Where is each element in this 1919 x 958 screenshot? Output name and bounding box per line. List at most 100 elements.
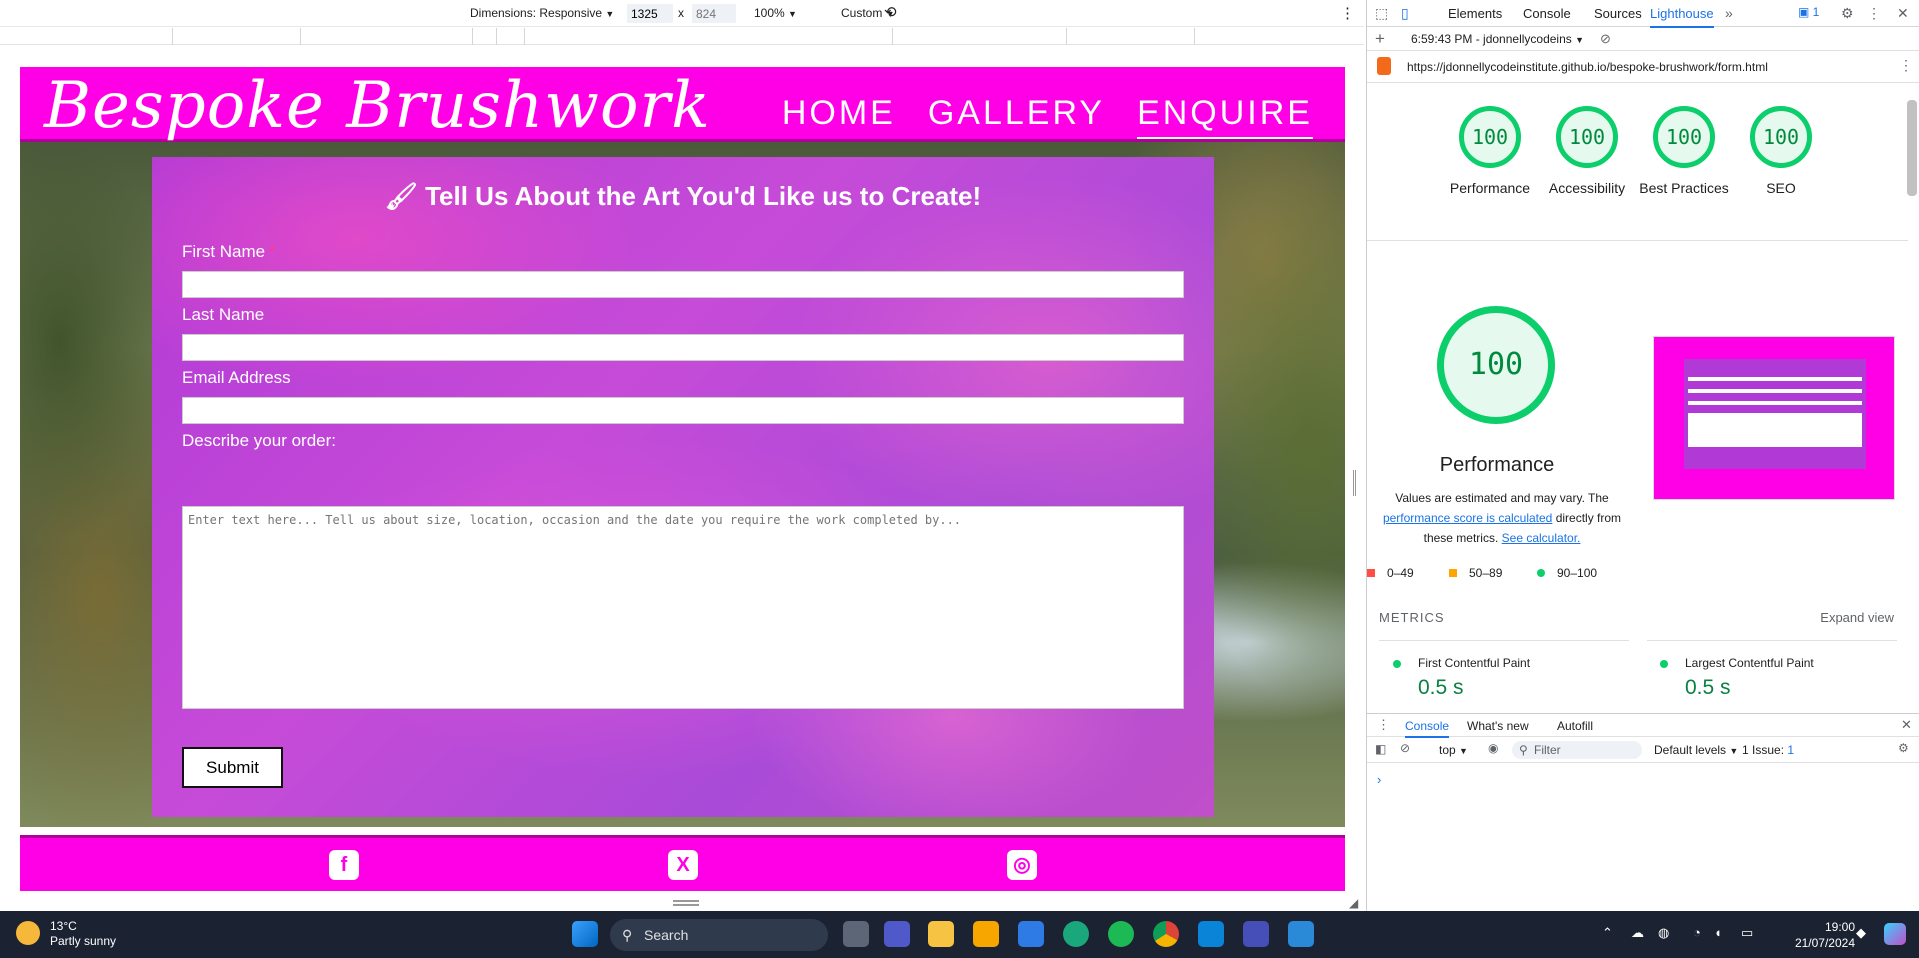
wifi-icon[interactable]: ◔ (1693, 925, 1701, 940)
width-input[interactable] (627, 4, 673, 23)
report-menu-icon[interactable]: ⋮ (1899, 57, 1913, 74)
weather-widget[interactable]: 13°C Partly sunny (16, 919, 116, 949)
tab-lighthouse[interactable]: Lighthouse (1650, 6, 1714, 28)
sound-icon[interactable]: ◖ (1714, 925, 1722, 940)
form-title: 🖌 Tell Us About the Art You'd Like us to… (384, 181, 982, 211)
context-selector[interactable]: top ▼ (1439, 743, 1468, 757)
windows-start-icon[interactable] (572, 921, 598, 947)
legend-pass: 90–100 (1537, 566, 1597, 580)
see-calculator-link[interactable]: See calculator. (1502, 531, 1581, 545)
dimensions-dropdown[interactable]: Dimensions: Responsive ▼ (470, 6, 614, 20)
rotate-icon[interactable]: ⟲ (884, 3, 897, 21)
facebook-icon[interactable]: f (329, 850, 359, 880)
media-query-ruler (0, 28, 1364, 45)
chevron-up-icon[interactable]: ⌃ (1602, 925, 1613, 941)
nav-home[interactable]: HOME (782, 94, 896, 139)
app-icon[interactable] (1288, 921, 1314, 947)
nav-gallery[interactable]: GALLERY (928, 94, 1105, 139)
seo-gauge[interactable]: 100 (1750, 106, 1812, 168)
teams-icon[interactable] (884, 921, 910, 947)
filter-icon: ⚲ (1519, 743, 1528, 757)
tab-sources[interactable]: Sources (1594, 6, 1642, 21)
close-devtools-icon[interactable]: ✕ (1897, 5, 1909, 22)
sidebar-toggle-icon[interactable]: ◧ (1375, 742, 1386, 756)
notification-bell-icon[interactable]: ◆ (1856, 925, 1866, 941)
legend-average: 50–89 (1449, 566, 1502, 580)
issues-counter[interactable]: 1 Issue: 1 (1742, 743, 1794, 757)
task-view-icon[interactable] (843, 921, 869, 947)
submit-button[interactable]: Submit (182, 747, 283, 788)
inspect-icon[interactable]: ⬚ (1375, 5, 1388, 22)
site-nav: HOME GALLERY ENQUIRE (782, 94, 1313, 139)
clear-console-icon[interactable]: ⊘ (1400, 741, 1410, 755)
more-tabs-icon[interactable]: » (1725, 5, 1733, 21)
spotify-icon[interactable] (1108, 921, 1134, 947)
last-name-field[interactable] (182, 334, 1184, 361)
metrics-heading: METRICS (1379, 610, 1445, 625)
report-url-bar: https://jdonnellycodeinstitute.github.io… (1367, 51, 1919, 83)
issues-badge[interactable]: ▣ 1 (1798, 5, 1819, 19)
file-explorer-icon[interactable] (928, 921, 954, 947)
chrome-icon[interactable] (1153, 921, 1179, 947)
edge-icon[interactable] (1063, 921, 1089, 947)
performance-description: Values are estimated and may vary. The p… (1382, 491, 1622, 545)
drawer-tab-autofill[interactable]: Autofill (1557, 719, 1593, 733)
site-footer: f X ◎ (20, 835, 1345, 891)
report-scrollbar[interactable] (1907, 100, 1917, 196)
report-selector[interactable]: 6:59:43 PM - jdonnellycodeins ▼ (1411, 32, 1584, 46)
x-twitter-icon[interactable]: X (668, 850, 698, 880)
page-screenshot-thumbnail[interactable] (1653, 336, 1895, 500)
temperature: 13°C (50, 919, 77, 933)
media-player-icon[interactable] (1018, 921, 1044, 947)
drawer-tab-whats-new[interactable]: What's new (1467, 719, 1529, 733)
taskbar-clock[interactable]: 19:00 21/07/2024 (1795, 919, 1855, 951)
performance-gauge-label: Performance (1449, 180, 1531, 196)
tab-elements[interactable]: Elements (1448, 6, 1502, 21)
corner-resize-handle[interactable]: ◢ (1349, 896, 1358, 910)
zoom-dropdown[interactable]: 100% ▼ (754, 6, 797, 20)
site-logo[interactable]: Bespoke Brushwork (44, 69, 711, 143)
taskbar-search[interactable]: ⚲ Search (610, 919, 828, 951)
settings-gear-icon[interactable]: ⚙ (1841, 5, 1854, 22)
accessibility-gauge[interactable]: 100 (1556, 106, 1618, 168)
legend-fail: 0–49 (1367, 566, 1414, 580)
log-levels-dropdown[interactable]: Default levels ▼ (1654, 743, 1738, 757)
vscode-icon[interactable] (1198, 921, 1224, 947)
drawer-tabs: ⋮ Console What's new Autofill ✕ (1367, 714, 1919, 738)
email-field[interactable] (182, 397, 1184, 424)
new-report-icon[interactable]: + (1375, 29, 1385, 49)
teams-work-icon[interactable] (1243, 921, 1269, 947)
performance-gauge[interactable]: 100 (1459, 106, 1521, 168)
clear-reports-icon[interactable]: ⊘ (1600, 31, 1611, 47)
device-toolbar-icon[interactable]: ▯ (1401, 5, 1409, 22)
describe-order-textarea[interactable] (182, 506, 1184, 709)
drawer-menu-icon[interactable]: ⋮ (1377, 717, 1390, 733)
report-url[interactable]: https://jdonnellycodeinstitute.github.io… (1407, 60, 1768, 74)
more-options-icon[interactable]: ⋮ (1340, 4, 1355, 22)
console-prompt[interactable]: › (1377, 772, 1381, 787)
console-filter-input[interactable]: ⚲ Filter (1512, 741, 1642, 759)
copilot-icon[interactable] (1884, 923, 1906, 945)
store-icon[interactable] (973, 921, 999, 947)
kebab-menu-icon[interactable]: ⋮ (1867, 5, 1881, 22)
best-practices-gauge[interactable]: 100 (1653, 106, 1715, 168)
app-tray-icon[interactable]: ◍ (1658, 925, 1669, 941)
height-input[interactable] (692, 4, 736, 23)
first-name-field[interactable] (182, 271, 1184, 298)
close-drawer-icon[interactable]: ✕ (1901, 717, 1912, 733)
lcp-status-dot (1660, 660, 1668, 668)
score-calculated-link[interactable]: performance score is calculated (1383, 511, 1552, 525)
console-settings-icon[interactable]: ⚙ (1898, 741, 1909, 755)
instagram-icon[interactable]: ◎ (1007, 850, 1037, 880)
drawer-tab-console[interactable]: Console (1405, 719, 1450, 738)
tab-console[interactable]: Console (1523, 6, 1571, 21)
width-resize-handle[interactable] (1353, 470, 1356, 496)
height-resize-handle[interactable] (673, 900, 699, 906)
battery-icon[interactable]: ▭ (1741, 925, 1753, 941)
eye-icon[interactable]: ◉ (1488, 741, 1498, 755)
seo-gauge-label: SEO (1766, 180, 1796, 196)
onedrive-icon[interactable]: ☁ (1631, 925, 1644, 941)
nav-enquire[interactable]: ENQUIRE (1137, 94, 1313, 139)
performance-score-gauge: 100 (1437, 306, 1555, 424)
expand-view-button[interactable]: Expand view (1820, 610, 1894, 625)
